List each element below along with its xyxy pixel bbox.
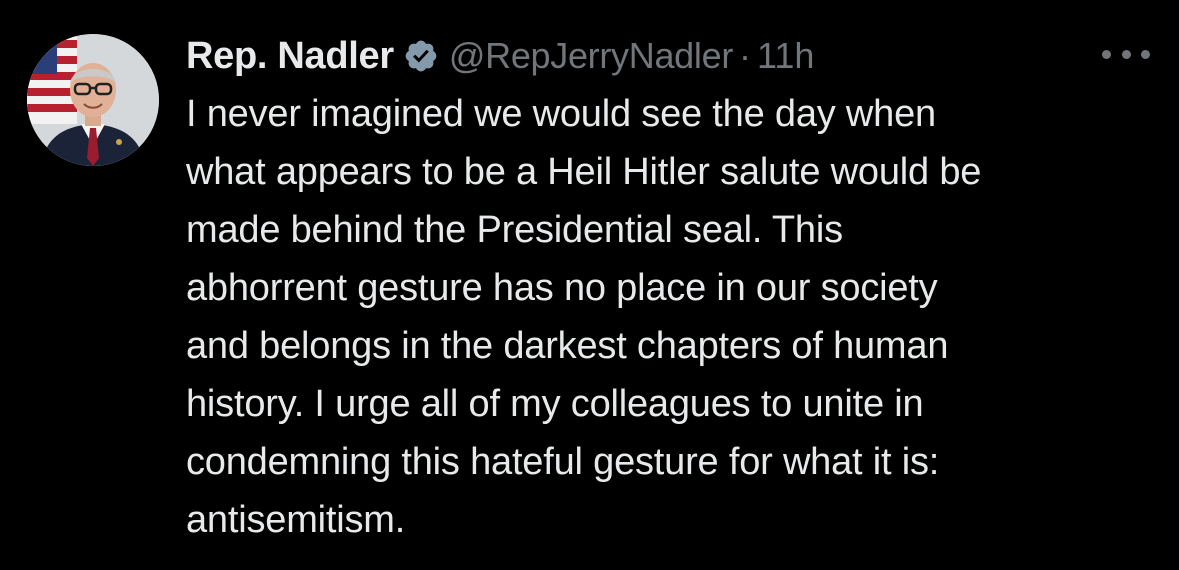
timestamp[interactable]: 11h <box>757 35 814 77</box>
tweet-text-line: condemning this hateful gesture for what… <box>186 441 940 483</box>
tweet-text-line: abhorrent gesture has no place in our so… <box>186 267 938 309</box>
more-dot <box>1121 49 1131 59</box>
verified-badge-icon <box>405 40 437 72</box>
tweet-text-line: antisemitism. <box>186 499 406 541</box>
tweet-text: I never imagined we would see the day wh… <box>186 85 1161 549</box>
tweet-header: Rep. Nadler @RepJerryNadler · 11h <box>186 28 814 84</box>
tweet[interactable]: Rep. Nadler @RepJerryNadler · 11h I neve… <box>0 0 1179 570</box>
more-options-icon[interactable] <box>1102 44 1150 64</box>
display-name[interactable]: Rep. Nadler <box>186 35 394 78</box>
user-handle[interactable]: @RepJerryNadler <box>449 35 733 77</box>
avatar[interactable] <box>27 34 159 166</box>
tweet-text-line: what appears to be a Heil Hitler salute … <box>186 151 982 193</box>
tweet-text-line: I never imagined we would see the day wh… <box>186 93 936 135</box>
tweet-text-line: made behind the Presidential seal. This <box>186 209 843 251</box>
avatar-photo <box>27 34 159 166</box>
more-dot <box>1141 49 1150 59</box>
separator-dot: · <box>739 35 752 76</box>
tweet-text-line: and belongs in the darkest chapters of h… <box>186 325 949 367</box>
tweet-text-line: history. I urge all of my colleagues to … <box>186 383 924 425</box>
more-dot <box>1102 49 1111 59</box>
